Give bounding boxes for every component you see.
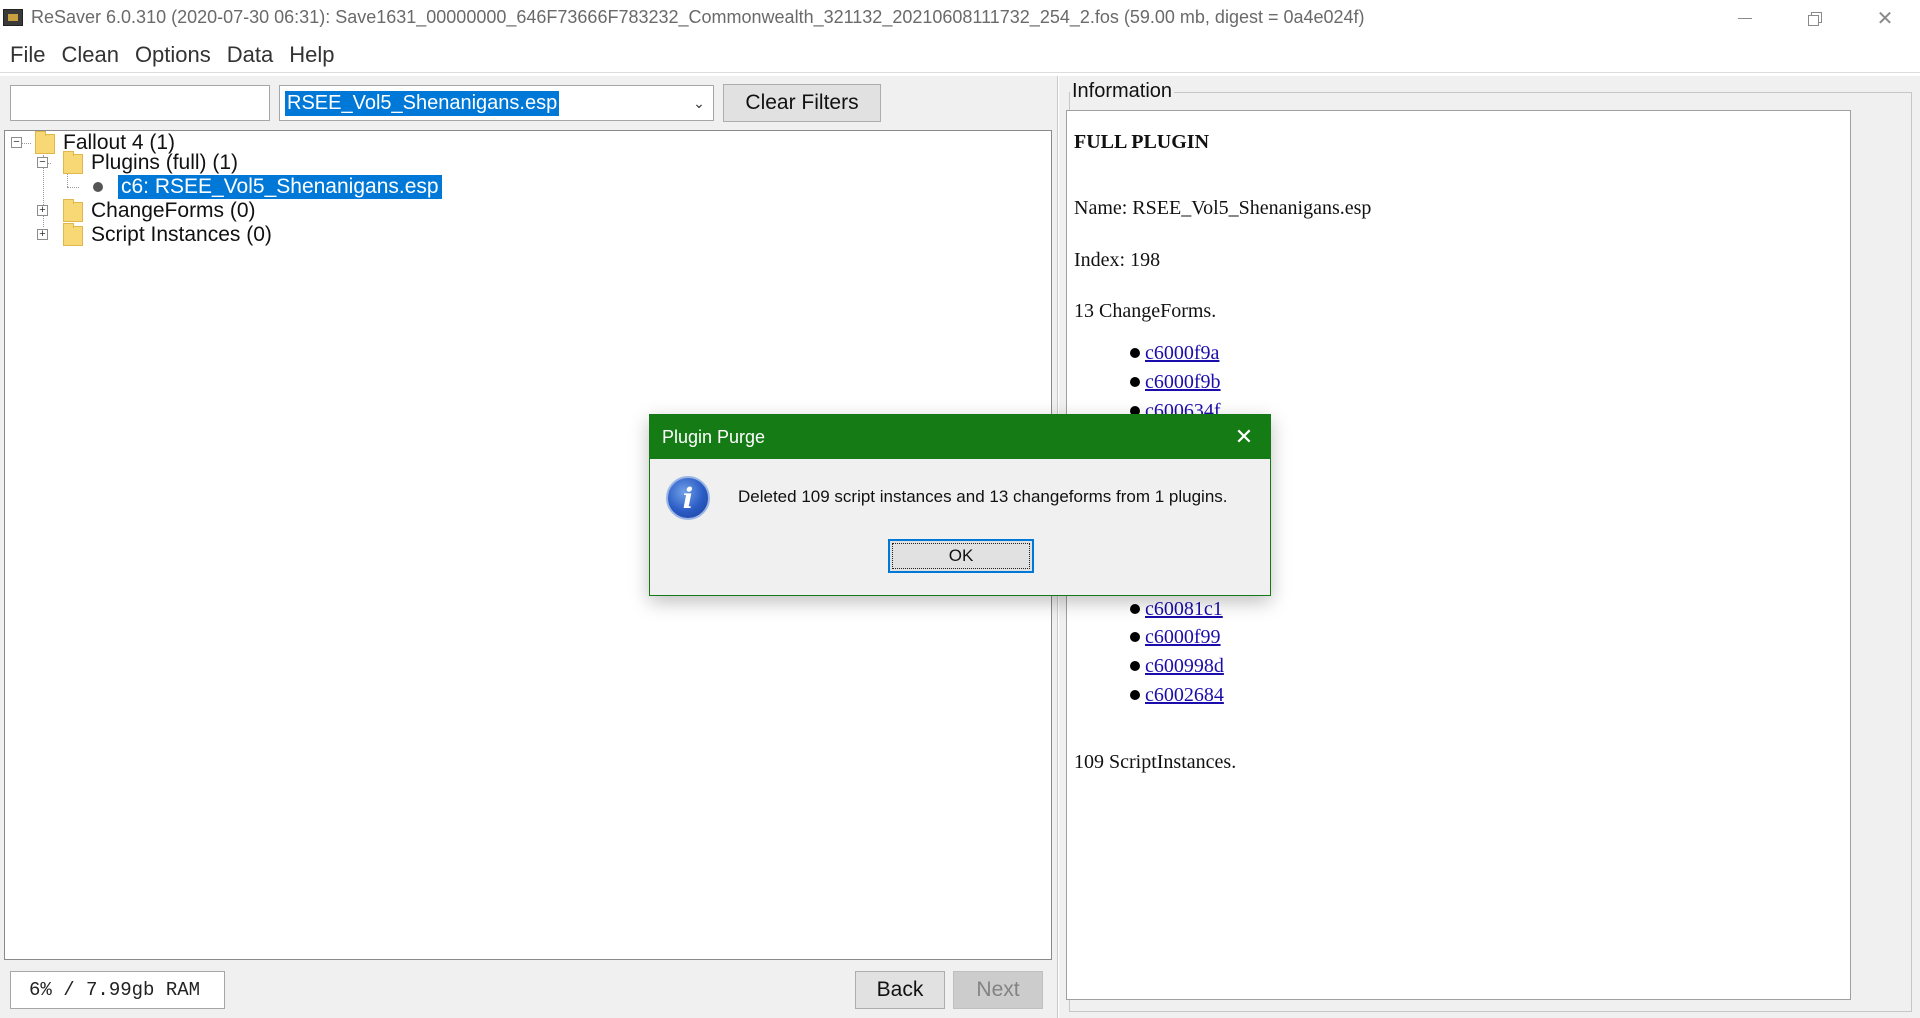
restore-icon <box>1808 11 1822 26</box>
dialog-title: Plugin Purge <box>662 426 766 447</box>
tree-label-plugin-item: c6: RSEE_Vol5_Shenanigans.esp <box>118 175 442 199</box>
window-title: ReSaver 6.0.310 (2020-07-30 06:31): Save… <box>31 7 1365 27</box>
dialog-close-button[interactable]: ✕ <box>1226 415 1262 459</box>
plugin-filter-dropdown[interactable]: RSEE_Vol5_Shenanigans.esp ⌄ <box>279 85 714 121</box>
folder-icon <box>63 151 83 174</box>
chevron-down-icon[interactable]: ⌄ <box>685 86 713 120</box>
ok-button-label: OK <box>948 546 974 565</box>
restore-button[interactable] <box>1780 0 1850 37</box>
changeform-link[interactable]: c6002684 <box>1145 684 1224 707</box>
expand-icon[interactable]: + <box>37 229 48 240</box>
info-changeforms-count: 13 ChangeForms. <box>1074 300 1217 322</box>
info-script-count: 109 ScriptInstances. <box>1074 751 1237 773</box>
bullet-icon <box>1130 690 1140 700</box>
changeform-link[interactable]: c6000f99 <box>1145 626 1221 649</box>
folder-icon <box>63 199 83 222</box>
filter-text-input[interactable] <box>10 85 270 121</box>
bullet-icon <box>1130 348 1140 358</box>
collapse-icon[interactable]: − <box>37 157 48 168</box>
plugin-purge-dialog: Plugin Purge ✕ i Deleted 109 script inst… <box>649 414 1271 596</box>
bullet-icon <box>1130 604 1140 614</box>
dialog-title-bar: Plugin Purge <box>650 415 1270 459</box>
menu-clean[interactable]: Clean <box>53 37 126 73</box>
list-item: c6000f99 <box>1130 625 1221 649</box>
expand-icon[interactable]: + <box>37 205 48 216</box>
title-bar: ReSaver 6.0.310 (2020-07-30 06:31): Save… <box>0 0 1920 37</box>
folder-icon <box>63 223 83 246</box>
close-icon: ✕ <box>1876 8 1894 30</box>
info-icon: i <box>666 476 710 520</box>
menu-options[interactable]: Options <box>127 37 219 73</box>
collapse-icon[interactable]: − <box>11 137 22 148</box>
list-item: c60081c1 <box>1130 597 1223 621</box>
tree-node-scripts[interactable]: + Script Instances (0) <box>5 223 405 247</box>
changeform-link[interactable]: c60081c1 <box>1145 598 1223 621</box>
minimize-icon <box>1738 18 1752 19</box>
plugin-dot-icon <box>93 182 103 192</box>
tree-label-plugins: Plugins (full) (1) <box>91 151 239 174</box>
close-window-button[interactable]: ✕ <box>1850 0 1920 37</box>
list-item: c6000f9b <box>1130 370 1221 394</box>
tree-node-changeforms[interactable]: + ChangeForms (0) <box>5 199 405 223</box>
minimize-button[interactable] <box>1710 0 1780 37</box>
ram-status: 6% / 7.99gb RAM <box>10 971 225 1009</box>
menu-bar: File Clean Options Data Help <box>0 37 1920 73</box>
menu-data[interactable]: Data <box>219 37 281 73</box>
list-item: c6000f9a <box>1130 341 1219 365</box>
info-index: Index: 198 <box>1074 249 1161 271</box>
back-button[interactable]: Back <box>855 971 945 1009</box>
bullet-icon <box>1130 661 1140 671</box>
bullet-icon <box>1130 377 1140 387</box>
changeform-link[interactable]: c6000f9a <box>1145 342 1219 365</box>
info-heading: FULL PLUGIN <box>1074 131 1210 153</box>
ok-button[interactable]: OK <box>888 539 1034 573</box>
list-item: c600998d <box>1130 654 1224 678</box>
resaver-app-icon <box>3 9 23 26</box>
changeform-link[interactable]: c6000f9b <box>1145 371 1221 394</box>
dialog-message: Deleted 109 script instances and 13 chan… <box>738 487 1228 506</box>
tree-node-plugins[interactable]: − Plugins (full) (1) <box>5 151 405 175</box>
tree-node-plugin-item[interactable]: c6: RSEE_Vol5_Shenanigans.esp <box>5 175 505 199</box>
bullet-icon <box>1130 632 1140 642</box>
plugin-filter-value: RSEE_Vol5_Shenanigans.esp <box>285 91 560 116</box>
menu-help[interactable]: Help <box>281 37 342 73</box>
clear-filters-button[interactable]: Clear Filters <box>723 84 881 122</box>
next-button[interactable]: Next <box>953 971 1043 1009</box>
menu-file[interactable]: File <box>2 37 53 73</box>
close-icon: ✕ <box>1234 424 1254 449</box>
information-legend: Information <box>1070 80 1175 103</box>
tree-label-changeforms: ChangeForms (0) <box>91 199 256 222</box>
changeform-link[interactable]: c600998d <box>1145 655 1224 678</box>
list-item: c6002684 <box>1130 683 1224 707</box>
tree-label-scripts: Script Instances (0) <box>91 223 272 246</box>
info-name: Name: RSEE_Vol5_Shenanigans.esp <box>1074 197 1372 219</box>
resaver-window: ReSaver 6.0.310 (2020-07-30 06:31): Save… <box>0 0 1920 1018</box>
